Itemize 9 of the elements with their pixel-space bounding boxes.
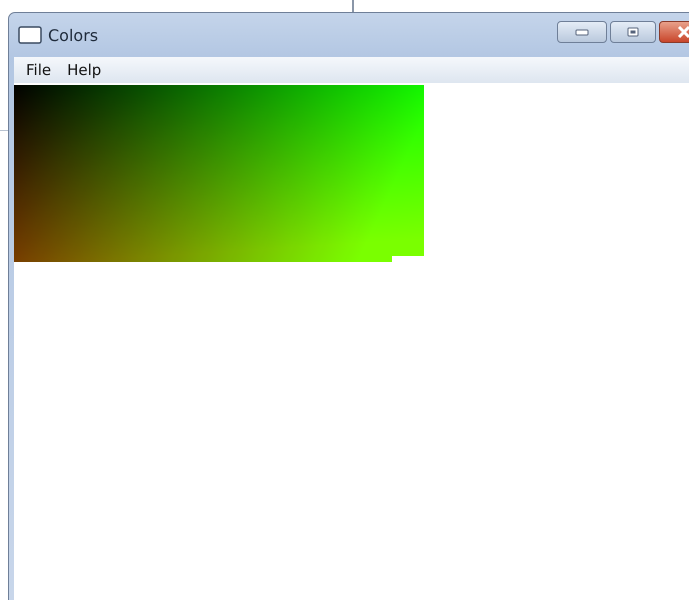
menu-item[interactable]: Help bbox=[61, 61, 108, 79]
window-title: Colors bbox=[48, 26, 98, 44]
minimize-button[interactable] bbox=[557, 21, 607, 43]
maximize-icon bbox=[627, 27, 639, 37]
maximize-button[interactable] bbox=[610, 21, 656, 43]
close-icon bbox=[677, 26, 689, 38]
minimize-icon bbox=[575, 28, 589, 36]
menu-item[interactable]: File bbox=[20, 61, 58, 79]
window-icon bbox=[18, 26, 42, 44]
